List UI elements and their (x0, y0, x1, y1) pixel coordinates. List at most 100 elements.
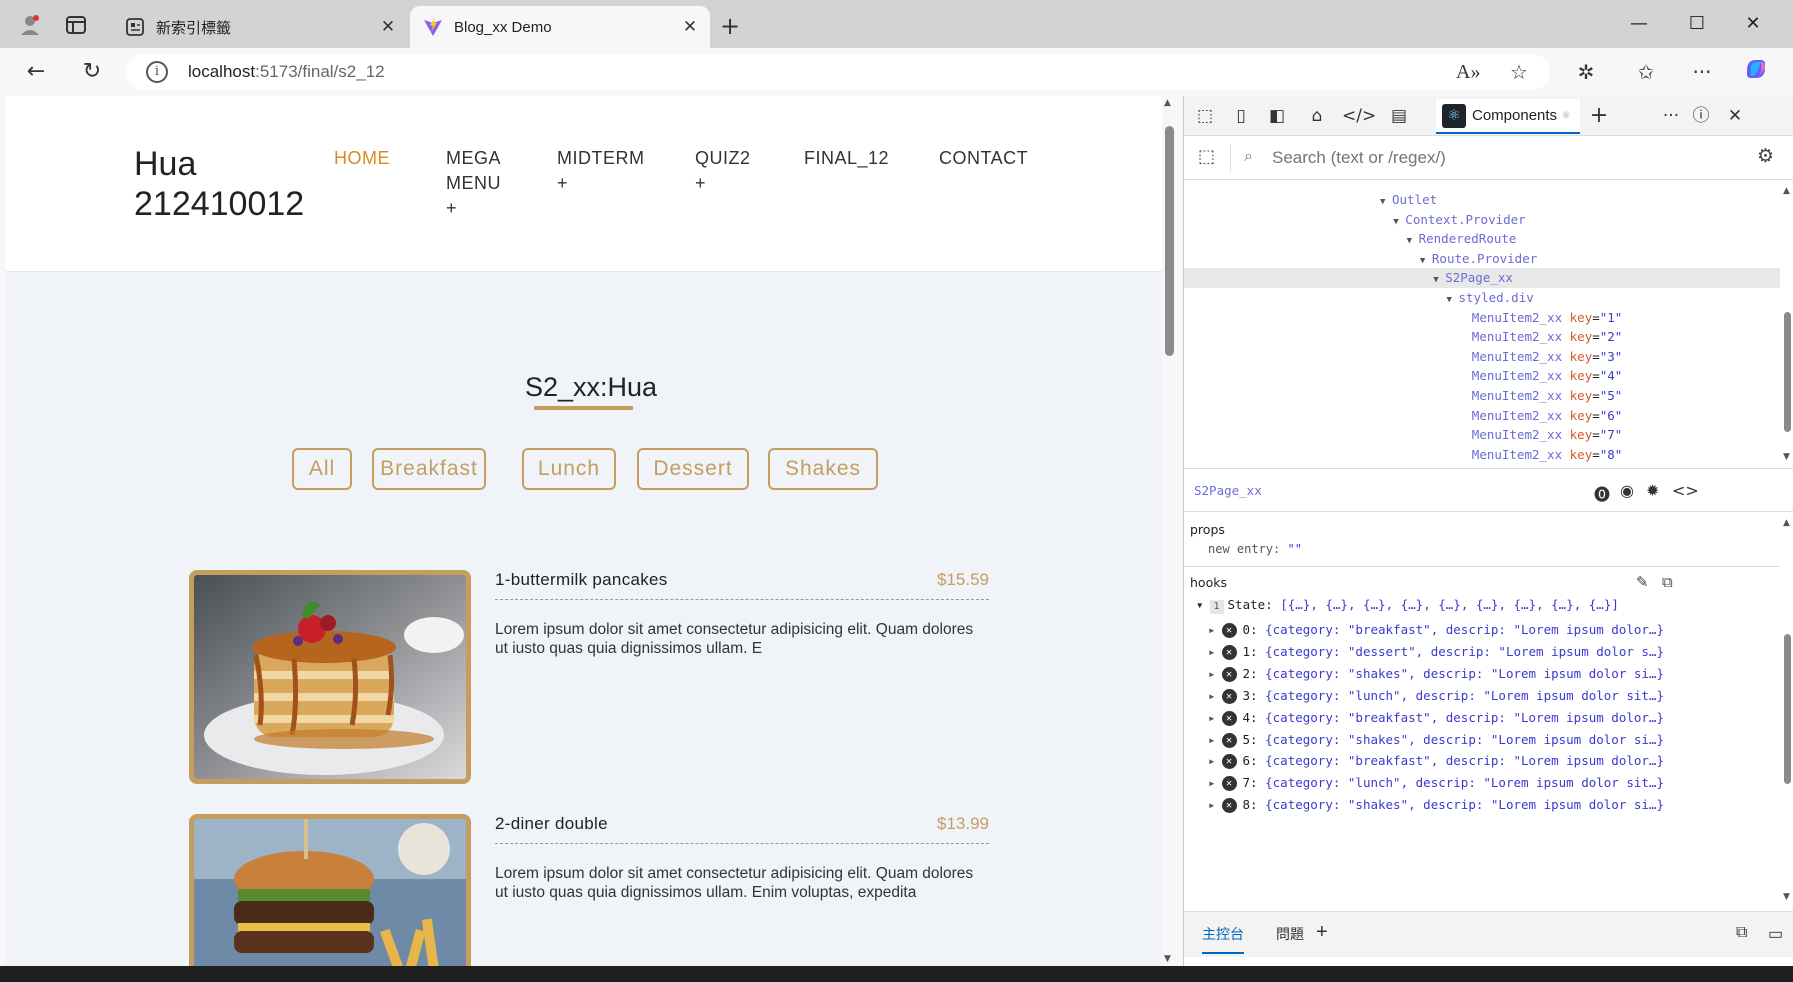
prop-new-entry[interactable]: new entry: "" (1208, 542, 1302, 556)
device-emulation-icon[interactable]: ▯ (1226, 102, 1256, 130)
collapse-drawer-icon[interactable]: ▭ (1768, 924, 1783, 944)
parse-hook-names-icon[interactable]: ✎ (1636, 573, 1649, 591)
filter-all-button[interactable]: All (292, 448, 352, 490)
nav-home[interactable]: HOME (334, 146, 390, 171)
inspect-element-icon[interactable]: ⬚ (1190, 102, 1220, 130)
delete-item-icon[interactable]: ✕ (1221, 644, 1237, 660)
state-item-row[interactable]: ▸ ✕ 6: {category: "breakfast", descrip: "L… (1208, 750, 1664, 772)
help-icon[interactable]: ⓘ (1686, 102, 1716, 130)
delete-item-icon[interactable]: ✕ (1221, 754, 1237, 770)
tree-node[interactable]: MenuItem2_xx key="7" (1184, 425, 1780, 445)
console-icon[interactable]: ▤ (1384, 102, 1414, 130)
expand-arrow-icon[interactable]: ▸ (1208, 622, 1216, 637)
tree-node[interactable]: MenuItem2_xx key="4" (1184, 366, 1780, 386)
dock-drawer-icon[interactable]: ⧉ (1736, 924, 1747, 942)
tree-node[interactable]: MenuItem2_xx key="2" (1184, 327, 1780, 347)
reload-icon[interactable]: ↻ (74, 56, 110, 88)
close-tab-icon[interactable]: ✕ (374, 17, 402, 37)
expand-arrow-icon[interactable]: ▸ (1208, 797, 1216, 812)
scroll-up-icon[interactable]: ▲ (1783, 518, 1790, 528)
extensions-icon[interactable]: ✲ (1568, 56, 1604, 88)
page-scrollbar[interactable]: ▲ ▼ (1162, 96, 1176, 966)
profile-avatar-icon[interactable] (14, 10, 46, 40)
address-bar[interactable]: i localhost:5173/final/s2_12 A» ☆ (126, 54, 1550, 90)
minimize-icon[interactable]: — (1610, 8, 1668, 40)
tab-new-tab[interactable]: 新索引標籤 ✕ (112, 6, 408, 48)
site-info-icon[interactable]: i (146, 61, 168, 83)
tree-node[interactable]: MenuItem2_xx key="8" (1184, 445, 1780, 465)
tree-node[interactable]: MenuItem2_xx key="1" (1184, 308, 1780, 328)
tab-actions-icon[interactable] (60, 10, 92, 40)
new-tab-icon[interactable]: + (720, 12, 740, 40)
maximize-icon[interactable]: ☐ (1668, 8, 1726, 40)
scroll-up-icon[interactable]: ▲ (1164, 98, 1171, 108)
expand-arrow-icon[interactable]: ▸ (1208, 666, 1216, 681)
close-tab-icon[interactable]: ✕ (676, 17, 704, 37)
more-menu-icon[interactable]: ··· (1684, 56, 1720, 88)
tree-node[interactable]: MenuItem2_xx key="6" (1184, 406, 1780, 426)
tree-node[interactable]: MenuItem2_xx key="9" (1184, 464, 1780, 466)
more-tools-icon[interactable]: ··· (1656, 102, 1686, 130)
delete-item-icon[interactable]: ✕ (1221, 688, 1237, 704)
state-item-row[interactable]: ▸ ✕ 0: {category: "breakfast", descrip: "L… (1208, 619, 1664, 641)
tree-scrollbar-thumb[interactable] (1784, 312, 1791, 432)
favorites-icon[interactable]: ✩ (1628, 56, 1664, 88)
tree-node[interactable]: ▼ styled.div (1184, 288, 1780, 308)
back-icon[interactable]: ← (18, 56, 54, 88)
expand-arrow-icon[interactable]: ▸ (1208, 710, 1216, 725)
tree-node[interactable]: ▼ Context.Provider (1184, 210, 1780, 230)
tree-node[interactable]: MenuItem2_xx key="3" (1184, 347, 1780, 367)
add-drawer-tab-icon[interactable]: + (1316, 921, 1328, 944)
url-text[interactable]: localhost:5173/final/s2_12 (188, 62, 385, 82)
delete-item-icon[interactable]: ✕ (1221, 666, 1237, 682)
expand-arrow-icon[interactable]: ▸ (1208, 753, 1216, 768)
drawer-tab-issues[interactable]: 問題 (1276, 924, 1304, 944)
scroll-down-icon[interactable]: ▼ (1164, 954, 1171, 964)
delete-item-icon[interactable]: ✕ (1221, 623, 1237, 638)
tree-node[interactable]: MenuItem2_xx key="5" (1184, 386, 1780, 406)
filter-dessert-button[interactable]: Dessert (637, 448, 749, 490)
state-item-row[interactable]: ▸ ✕ 8: {category: "shakes", descrip: "Lore… (1208, 794, 1664, 816)
delete-item-icon[interactable]: ✕ (1221, 776, 1237, 792)
close-window-icon[interactable]: ✕ (1724, 8, 1782, 40)
expand-arrow-icon[interactable]: ▸ (1208, 775, 1216, 790)
add-tab-icon[interactable]: + (1584, 102, 1614, 130)
tree-node[interactable]: ▼ S2Page_xx (1184, 268, 1780, 289)
prop-value[interactable]: "" (1287, 542, 1301, 556)
state-item-row[interactable]: ▸ ✕ 2: {category: "shakes", descrip: "Lore… (1208, 663, 1664, 685)
filter-breakfast-button[interactable]: Breakfast (372, 448, 486, 490)
scroll-up-icon[interactable]: ▲ (1783, 186, 1790, 196)
tab-blog-demo[interactable]: Blog_xx Demo ✕ (410, 6, 710, 48)
scroll-down-icon[interactable]: ▼ (1783, 452, 1790, 462)
search-input[interactable] (1272, 144, 1652, 172)
state-item-row[interactable]: ▸ ✕ 3: {category: "lunch", descrip: "Lorem… (1208, 685, 1664, 707)
scroll-down-icon[interactable]: ▼ (1783, 892, 1790, 902)
nav-contact[interactable]: CONTACT (939, 146, 1028, 171)
elements-code-icon[interactable]: </> (1342, 102, 1376, 130)
filter-lunch-button[interactable]: Lunch (522, 448, 616, 490)
nav-mega-menu[interactable]: MEGA MENU + (446, 146, 501, 221)
log-bug-icon[interactable]: ✹ (1646, 481, 1659, 500)
favorite-star-icon[interactable]: ☆ (1510, 60, 1528, 84)
nav-midterm[interactable]: MIDTERM + (557, 146, 645, 196)
tree-node[interactable]: ▼ RenderedRoute (1184, 229, 1780, 249)
expand-arrow-icon[interactable]: ▸ (1208, 644, 1216, 659)
inspector-scrollbar-thumb[interactable] (1784, 634, 1791, 784)
delete-item-icon[interactable]: ✕ (1221, 710, 1237, 726)
state-item-row[interactable]: ▸ ✕ 4: {category: "breakfast", descrip: "L… (1208, 707, 1664, 729)
select-component-icon[interactable]: ⬚ (1198, 146, 1215, 167)
state-hook-row[interactable]: ▾ 1 State: [{…}, {…}, {…}, {…}, {…}, {…}, … (1196, 597, 1619, 614)
filter-shakes-button[interactable]: Shakes (768, 448, 878, 490)
copy-icon[interactable]: ⧉ (1662, 573, 1673, 591)
settings-gear-icon[interactable]: ⚙ (1757, 145, 1774, 167)
state-item-row[interactable]: ▸ ✕ 1: {category: "dessert", descrip: "Lor… (1208, 641, 1664, 663)
tree-scrollbar[interactable]: ▲ ▼ (1780, 182, 1793, 466)
close-devtools-icon[interactable]: ✕ (1720, 102, 1750, 130)
state-item-row[interactable]: ▸ ✕ 5: {category: "shakes", descrip: "Lore… (1208, 729, 1664, 751)
nav-quiz2[interactable]: QUIZ2 + (695, 146, 751, 196)
welcome-home-icon[interactable]: ⌂ (1302, 102, 1332, 130)
page-scrollbar-thumb[interactable] (1165, 126, 1174, 356)
inspect-dom-eye-icon[interactable]: ◉ (1620, 481, 1634, 500)
read-aloud-icon[interactable]: A» (1456, 61, 1480, 84)
dock-side-icon[interactable]: ◧ (1262, 102, 1292, 130)
